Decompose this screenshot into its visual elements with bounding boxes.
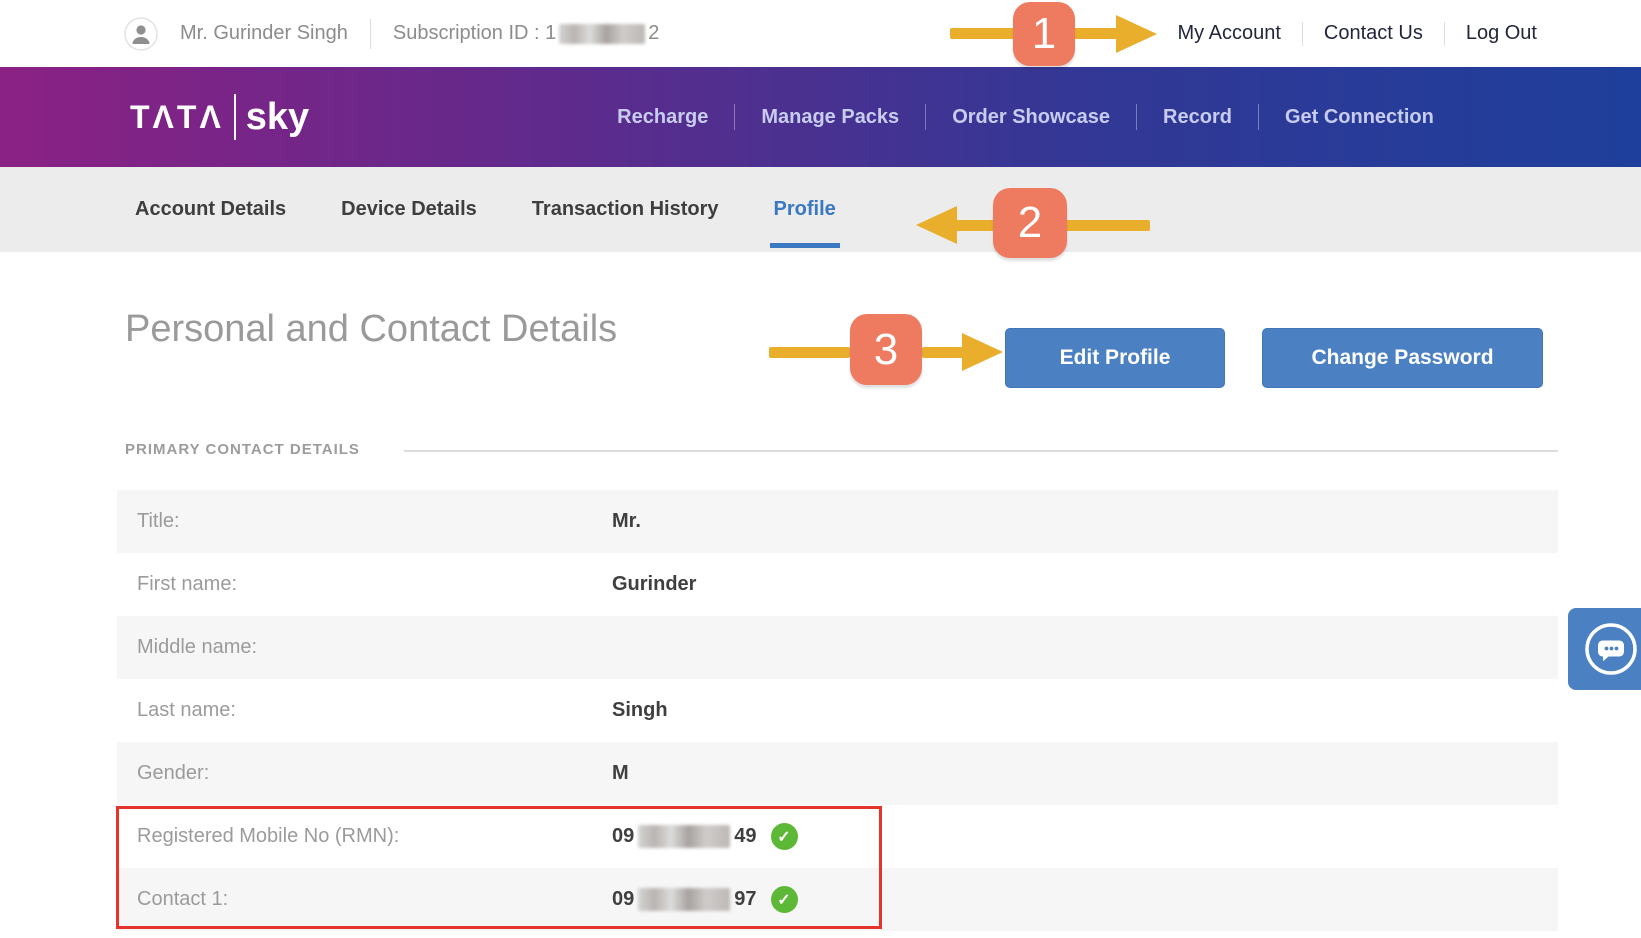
annotation-badge-1: 1 (1013, 2, 1075, 66)
topbar-link-contact-us[interactable]: Contact Us (1324, 22, 1423, 45)
annotation-badge-2: 2 (993, 188, 1067, 258)
tab-device-details[interactable]: Device Details (341, 167, 477, 252)
masked-digits (638, 825, 730, 848)
value-visible-prefix: 09 (612, 888, 634, 911)
field-value: 09 49 ✓ (612, 823, 798, 850)
masked-digits (638, 888, 730, 911)
nav-item-recharge[interactable]: Recharge (591, 106, 734, 129)
divider (370, 19, 371, 49)
field-label: Last name: (117, 699, 612, 722)
table-row-registered-mobile-no-rmn: Registered Mobile No (RMN): 09 49 ✓ (117, 805, 1558, 868)
field-value: 09 97 ✓ (612, 886, 798, 913)
top-bar-user-area: Mr. Gurinder Singh Subscription ID : 1 2 (124, 0, 659, 67)
table-row-title: Title: Mr. (117, 490, 1558, 553)
field-label: Gender: (117, 762, 612, 785)
section-divider-line (404, 450, 1558, 452)
table-row-middle-name: Middle name: (117, 616, 1558, 679)
page: Mr. Gurinder Singh Subscription ID : 1 2… (0, 0, 1641, 938)
navbar-menu: RechargeManage PacksOrder ShowcaseRecord… (560, 67, 1491, 167)
page-title: Personal and Contact Details (125, 308, 617, 351)
subscription-id: Subscription ID : 1 2 (393, 22, 660, 45)
table-row-gender: Gender: M (117, 742, 1558, 805)
masked-subscription-digits (559, 24, 645, 44)
logo-sky-text: sky (246, 96, 309, 139)
field-value: Mr. (612, 510, 641, 533)
topbar-links: My Account Contact Us Log Out (1178, 0, 1538, 67)
field-label: Middle name: (117, 636, 612, 659)
change-password-button[interactable]: Change Password (1262, 328, 1543, 388)
annotation-arrow-2-head (916, 206, 957, 244)
nav-item-manage-packs[interactable]: Manage Packs (735, 106, 925, 129)
divider (1302, 22, 1303, 46)
tab-profile[interactable]: Profile (774, 167, 836, 252)
user-name: Mr. Gurinder Singh (180, 22, 348, 45)
tab-bar-tabs: Account Details Device Details Transaction… (135, 167, 836, 252)
table-row-contact-1: Contact 1: 09 97 ✓ (117, 868, 1558, 931)
main-navbar: TΛTΛ sky RechargeManage PacksOrder Showc… (0, 67, 1641, 167)
table-row-last-name: Last name: Singh (117, 679, 1558, 742)
tata-sky-logo[interactable]: TΛTΛ sky (130, 67, 309, 167)
subscription-id-suffix: 2 (648, 22, 659, 45)
section-title: PRIMARY CONTACT DETAILS (125, 441, 360, 458)
chat-bubble-icon (1584, 622, 1638, 676)
table-row-first-name: First name: Gurinder (117, 553, 1558, 616)
annotation-arrow-3-tail (769, 347, 850, 358)
value-visible-prefix: 09 (612, 825, 634, 848)
account-tab-bar: Account Details Device Details Transaction… (0, 167, 1641, 252)
top-bar: Mr. Gurinder Singh Subscription ID : 1 2… (0, 0, 1641, 67)
field-label: Title: (117, 510, 612, 533)
nav-item-order-showcase[interactable]: Order Showcase (926, 106, 1136, 129)
details-table: Title: Mr. First name: Gurinder Middle n… (117, 490, 1558, 931)
field-value: Singh (612, 699, 668, 722)
topbar-link-log-out[interactable]: Log Out (1466, 22, 1537, 45)
annotation-arrow-3-line (922, 347, 964, 358)
field-label: First name: (117, 573, 612, 596)
annotation-arrow-3-head (962, 333, 1003, 371)
field-label: Contact 1: (117, 888, 612, 911)
chat-widget-button[interactable] (1568, 608, 1641, 690)
user-icon (124, 17, 158, 51)
logo-tata-text: TΛTΛ (130, 99, 224, 136)
subscription-id-prefix: Subscription ID : 1 (393, 22, 556, 45)
divider (1444, 22, 1445, 46)
nav-item-record[interactable]: Record (1137, 106, 1258, 129)
field-value: M (612, 762, 629, 785)
check-circle-icon: ✓ (771, 886, 798, 913)
topbar-link-my-account[interactable]: My Account (1178, 22, 1281, 45)
logo-divider (234, 94, 236, 140)
check-circle-icon: ✓ (771, 823, 798, 850)
value-visible-suffix: 97 (734, 888, 756, 911)
annotation-arrow-1-head (1116, 15, 1157, 53)
tab-transaction-history[interactable]: Transaction History (532, 167, 719, 252)
nav-item-get-connection[interactable]: Get Connection (1259, 106, 1460, 129)
tab-account-details[interactable]: Account Details (135, 167, 286, 252)
annotation-badge-3: 3 (850, 314, 922, 385)
value-visible-suffix: 49 (734, 825, 756, 848)
field-value: Gurinder (612, 573, 696, 596)
edit-profile-button[interactable]: Edit Profile (1005, 328, 1225, 388)
field-label: Registered Mobile No (RMN): (117, 825, 612, 848)
